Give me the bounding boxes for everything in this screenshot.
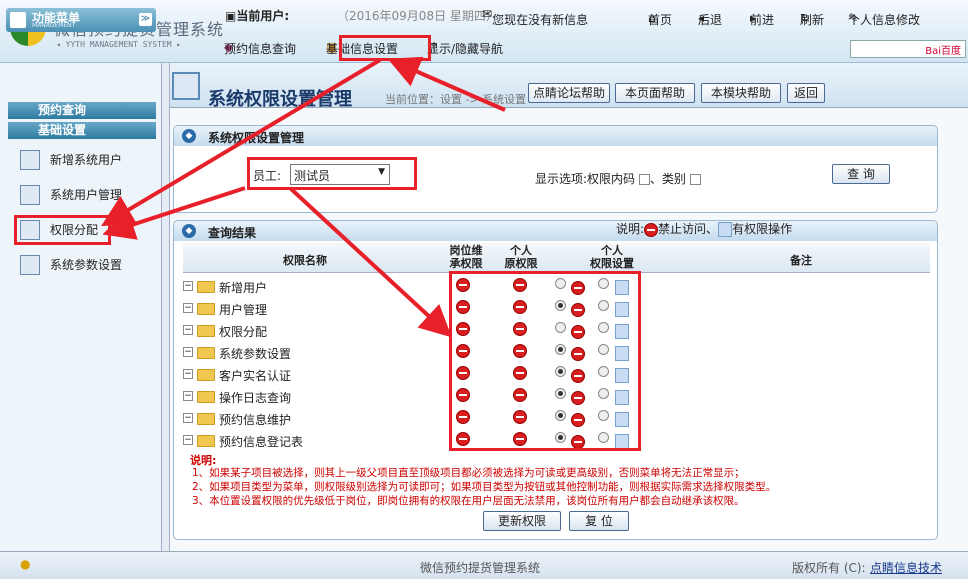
arrow-to-settings xyxy=(387,56,506,112)
annotation-arrows xyxy=(101,56,506,338)
arrow-to-sidebar xyxy=(101,58,382,227)
arrow-to-permissions xyxy=(288,186,452,338)
